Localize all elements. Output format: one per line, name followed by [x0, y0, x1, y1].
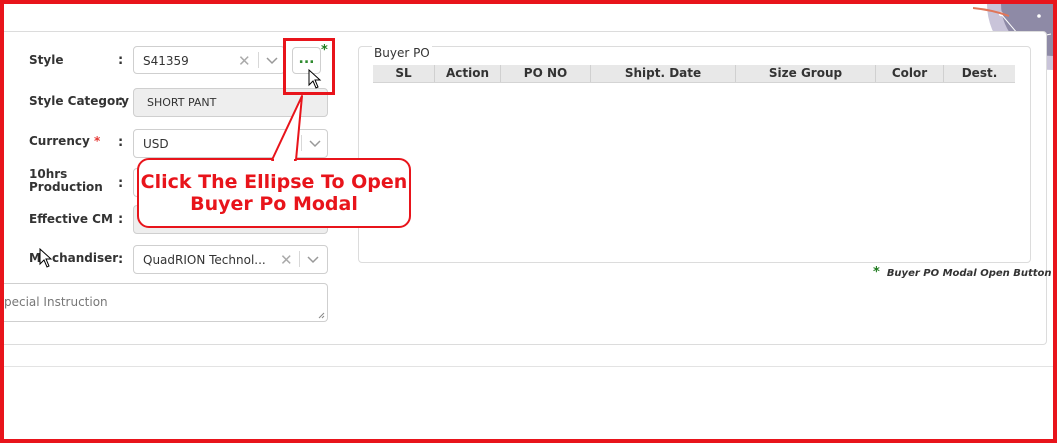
- mouse-cursor-icon: [308, 69, 322, 89]
- callout-pointer: [271, 95, 303, 162]
- mouse-cursor-icon: [39, 248, 53, 268]
